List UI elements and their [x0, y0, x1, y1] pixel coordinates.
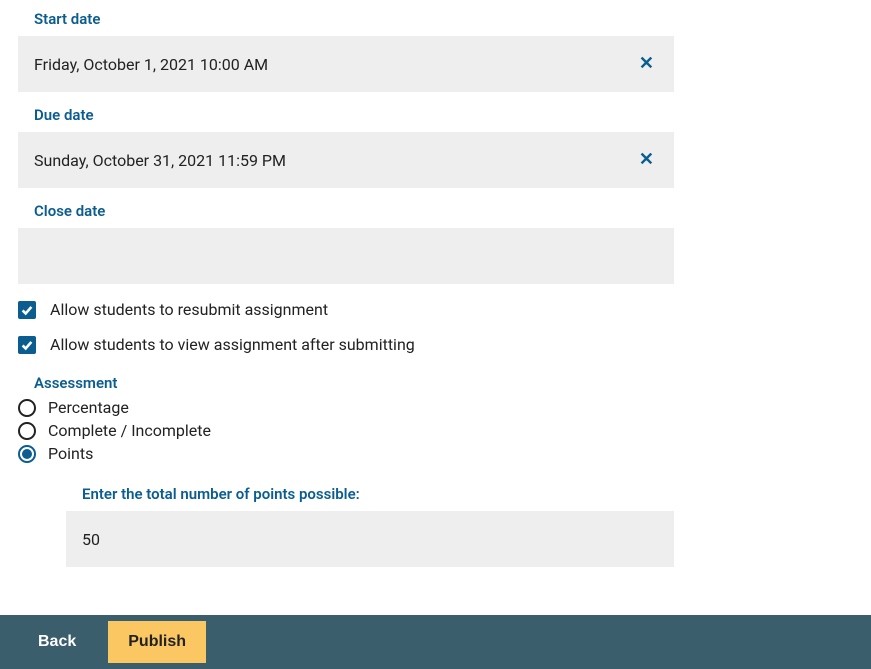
due-date-label: Due date — [34, 106, 672, 124]
points-input[interactable]: 50 — [66, 511, 674, 567]
resubmit-label: Allow students to resubmit assignment — [50, 300, 328, 319]
due-date-input[interactable]: Sunday, October 31, 2021 11:59 PM ✕ — [18, 132, 674, 188]
points-prompt-label: Enter the total number of points possibl… — [82, 485, 672, 503]
points-label: Points — [48, 444, 93, 463]
clear-start-date-icon[interactable]: ✕ — [635, 51, 658, 77]
points-value: 50 — [82, 530, 100, 549]
resubmit-option-row[interactable]: Allow students to resubmit assignment — [18, 300, 672, 319]
complete-radio[interactable] — [18, 422, 36, 440]
check-icon — [20, 303, 34, 317]
start-date-input[interactable]: Friday, October 1, 2021 10:00 AM ✕ — [18, 36, 674, 92]
assessment-percentage-option[interactable]: Percentage — [18, 398, 672, 417]
resubmit-checkbox[interactable] — [18, 301, 36, 319]
assessment-title: Assessment — [34, 374, 672, 392]
back-button[interactable]: Back — [38, 633, 76, 651]
percentage-label: Percentage — [48, 398, 129, 417]
start-date-value: Friday, October 1, 2021 10:00 AM — [34, 55, 268, 74]
view-after-label: Allow students to view assignment after … — [50, 335, 415, 354]
complete-label: Complete / Incomplete — [48, 421, 211, 440]
due-date-value: Sunday, October 31, 2021 11:59 PM — [34, 151, 286, 170]
assessment-points-option[interactable]: Points — [18, 444, 672, 463]
clear-due-date-icon[interactable]: ✕ — [635, 147, 658, 173]
close-date-input[interactable] — [18, 228, 674, 284]
view-after-option-row[interactable]: Allow students to view assignment after … — [18, 335, 672, 354]
start-date-label: Start date — [34, 10, 672, 28]
assessment-complete-option[interactable]: Complete / Incomplete — [18, 421, 672, 440]
close-date-label: Close date — [34, 202, 672, 220]
percentage-radio[interactable] — [18, 399, 36, 417]
points-radio[interactable] — [18, 445, 36, 463]
view-after-checkbox[interactable] — [18, 336, 36, 354]
footer-bar: Back Publish — [0, 615, 871, 669]
check-icon — [20, 338, 34, 352]
publish-button[interactable]: Publish — [108, 621, 206, 663]
